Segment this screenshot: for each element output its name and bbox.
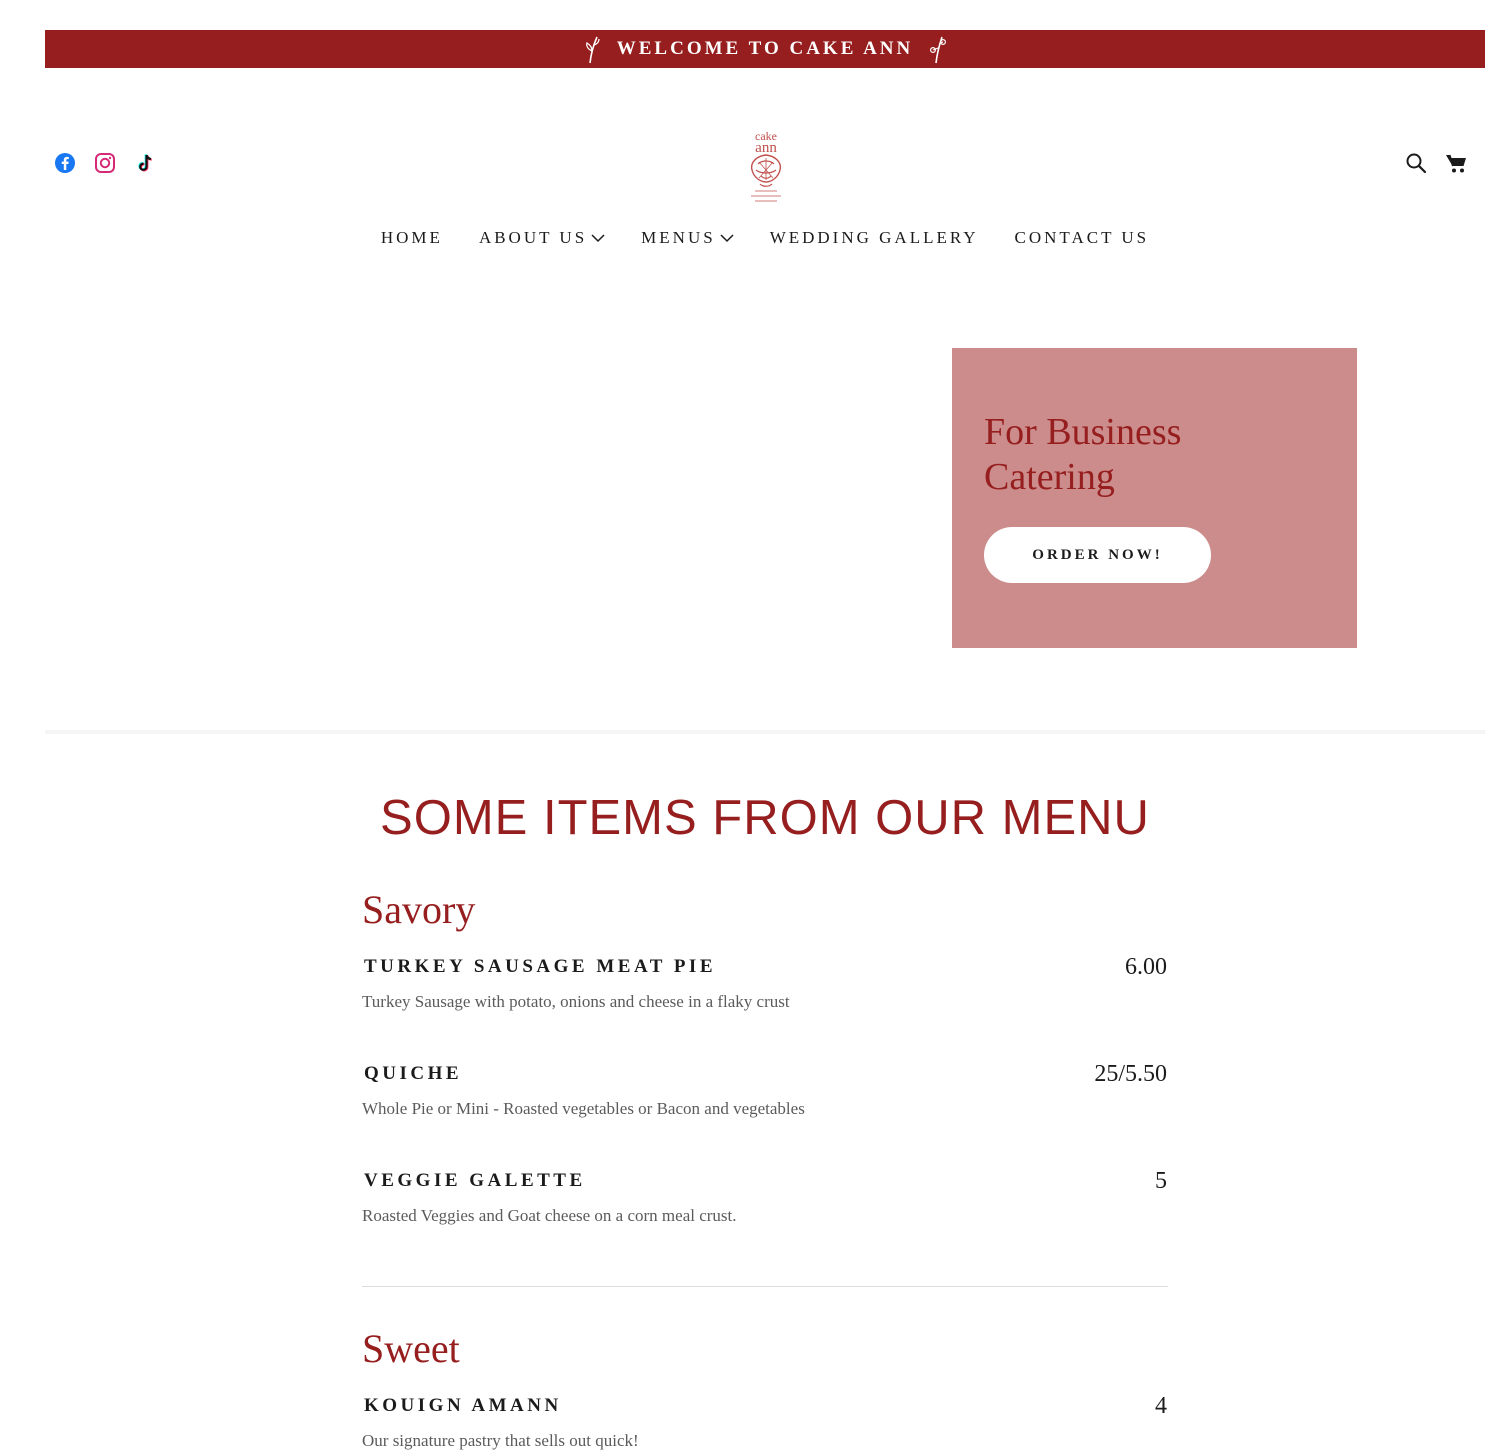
nav-home[interactable]: HOME xyxy=(381,228,443,248)
menu-item-description: Whole Pie or Mini - Roasted vegetables o… xyxy=(362,1099,805,1118)
menu-item-description: Turkey Sausage with potato, onions and c… xyxy=(362,992,790,1011)
logo-image: cake ann xyxy=(750,129,782,202)
menu-item-description: Roasted Veggies and Goat cheese on a cor… xyxy=(362,1206,737,1225)
nav-label: MENUS xyxy=(641,228,716,247)
nav-menus[interactable]: MENUS xyxy=(641,228,734,248)
catering-promo-box: For Business Catering ORDER NOW! xyxy=(952,348,1357,648)
promo-title-line2: Catering xyxy=(984,456,1115,498)
section-divider xyxy=(45,730,1485,734)
nav-about-us[interactable]: ABOUT US xyxy=(479,228,605,248)
svg-text:ann: ann xyxy=(755,140,777,156)
welcome-banner: WELCOME TO CAKE ANN xyxy=(45,30,1485,68)
menu-item-price: 5 xyxy=(1155,1168,1167,1194)
menu-item-price: 25/5.50 xyxy=(1094,1061,1167,1087)
banner-text: WELCOME TO CAKE ANN xyxy=(616,38,914,59)
nav-wedding-gallery[interactable]: WEDDING GALLERY xyxy=(770,228,979,248)
nav-label: WEDDING GALLERY xyxy=(769,228,979,247)
search-icon[interactable] xyxy=(1405,152,1427,174)
menu-item-description: Our signature pastry that sells out quic… xyxy=(362,1431,639,1450)
order-now-button[interactable]: ORDER NOW! xyxy=(984,527,1211,583)
menu-item-name: KOUIGN AMANN xyxy=(364,1395,562,1416)
nav-contact-us[interactable]: CONTACT US xyxy=(1015,228,1150,248)
cake-ann-logo[interactable]: cake ann xyxy=(735,128,797,208)
section-title-sweet: Sweet xyxy=(362,1326,460,1371)
menu-item-price: 6.00 xyxy=(1125,954,1167,980)
cart-icon[interactable] xyxy=(1445,152,1467,174)
menu-item-name: VEGGIE GALETTE xyxy=(364,1170,586,1191)
chevron-down-icon xyxy=(591,234,605,243)
menu-item-price: 4 xyxy=(1155,1393,1167,1419)
main-nav: HOME ABOUT US MENUS WEDDING GALLERY CONT… xyxy=(0,228,1510,248)
sprig-right-icon xyxy=(930,36,947,64)
promo-title: For Business Catering xyxy=(984,410,1324,500)
nav-label: CONTACT US xyxy=(1014,228,1150,247)
menu-item-name: TURKEY SAUSAGE MEAT PIE xyxy=(364,956,717,977)
social-links xyxy=(54,152,156,174)
facebook-icon[interactable] xyxy=(54,152,76,174)
menu-heading: SOME ITEMS FROM OUR MENU xyxy=(380,791,1150,845)
nav-label: HOME xyxy=(380,228,443,247)
sprig-left-icon xyxy=(585,36,600,64)
menu-section-divider xyxy=(362,1286,1168,1287)
tiktok-icon[interactable] xyxy=(134,152,156,174)
header-actions xyxy=(1405,152,1467,174)
chevron-down-icon xyxy=(720,234,734,243)
promo-title-line1: For Business xyxy=(984,411,1182,453)
nav-label: ABOUT US xyxy=(478,228,588,247)
section-title-savory: Savory xyxy=(362,887,476,932)
instagram-icon[interactable] xyxy=(94,152,116,174)
menu-item-name: QUICHE xyxy=(364,1063,463,1084)
